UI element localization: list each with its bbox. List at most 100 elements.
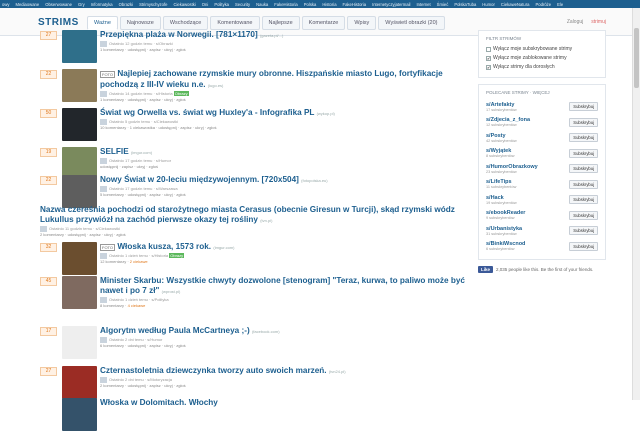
topnav-link[interactable]: Ciekawostki [173, 2, 195, 7]
entry-title-text[interactable]: Nazwa czereśnia pochodzi od starożytnego… [40, 205, 455, 224]
entry-actions[interactable]: 1 komentarzy · udostępnij · zapisz · ukr… [100, 97, 472, 103]
logo[interactable]: STRIMS [38, 17, 79, 28]
topnav-link[interactable]: PolskaTuba [454, 2, 476, 7]
checkbox[interactable] [486, 47, 491, 52]
subscribe-button[interactable]: Subskrybuj [569, 164, 598, 174]
entry-title-text[interactable]: Przepiękna plaża w Norwegii. [781×1170] [100, 30, 258, 39]
subscribe-button[interactable]: Subskrybuj [569, 148, 598, 158]
entry-title-text[interactable]: Minister Skarbu: Wszystkie chwyty dozwol… [100, 276, 465, 295]
entry-title-text[interactable]: Świat wg Orwella vs. świat wg Huxley'a -… [100, 108, 314, 117]
checkbox[interactable]: ✔ [486, 56, 491, 61]
entry-actions[interactable]: 2 komentarzy · udostępnij · zapisz · ukr… [40, 232, 472, 238]
topnav-link[interactable]: Śmieć [437, 2, 449, 7]
login-link[interactable]: Zaloguj [567, 19, 583, 25]
tab-2[interactable]: Wschodzące [162, 16, 209, 30]
entry-title-text[interactable]: SELFIE [100, 147, 129, 156]
entry-title[interactable]: SELFIE (imgur.com) [100, 147, 472, 158]
subscribe-button[interactable]: Subskrybuj [569, 117, 598, 127]
tab-0[interactable]: Ważne [87, 16, 118, 30]
entry-thumbnail[interactable] [62, 366, 97, 399]
entry-title[interactable]: Przepiękna plaża w Norwegii. [781×1170] … [100, 30, 472, 41]
entry-actions-text[interactable]: 1 komentarzy · udostępnij · zapisz · ukr… [100, 47, 186, 52]
tab-3[interactable]: Komentowane [210, 16, 260, 30]
tab-5[interactable]: Komentarze [301, 16, 346, 30]
entry-actions-text[interactable]: udostępnij · zapisz · ukryj · zgłoś [100, 164, 158, 169]
topnav-link[interactable]: Informatyka [91, 2, 113, 7]
topnav-link[interactable]: Podróże [536, 2, 552, 7]
entry-actions-text[interactable]: 5 komentarzy · udostępnij · zapisz · ukr… [100, 192, 186, 197]
vote-count[interactable]: 32 [40, 243, 57, 252]
subscribe-button[interactable]: Subskrybuj [569, 210, 598, 220]
entry-thumbnail[interactable] [62, 108, 97, 141]
entry-title[interactable]: FOTO Włoska kusza, 1573 rok. (imgur.com) [100, 242, 472, 253]
topnav-link[interactable]: Obserwowane [45, 2, 72, 7]
entry-actions-text[interactable]: 10 komentarzy · 1 ciekawostka · udostępn… [100, 125, 217, 130]
entry-actions[interactable]: 5 komentarzy · udostępnij · zapisz · ukr… [100, 192, 472, 198]
entry-actions-text[interactable]: 8 komentarzy · [100, 303, 128, 308]
vote-count[interactable]: 27 [40, 31, 57, 40]
entry-thumbnail[interactable] [62, 69, 97, 102]
entry-title[interactable]: FOTO Najlepiej zachowane rzymskie mury o… [100, 69, 472, 91]
tab-6[interactable]: Wpisy [347, 16, 377, 30]
topnav-link[interactable]: Obrazki [119, 2, 133, 7]
entry-thumbnail[interactable] [62, 276, 97, 309]
entry-actions-text[interactable]: 2 komentarzy · udostępnij · zapisz · ukr… [100, 383, 186, 388]
entry-thumbnail[interactable] [62, 30, 97, 63]
register-link[interactable]: strimuj [591, 19, 606, 25]
entry-thumbnail[interactable] [62, 242, 97, 275]
recommended-name[interactable]: s/HumorObrazkowy [486, 164, 538, 170]
entry-actions[interactable]: 2 komentarzy · udostępnij · zapisz · ukr… [100, 383, 472, 389]
topnav-link[interactable]: owy [2, 2, 9, 7]
vote-count[interactable]: 50 [40, 109, 57, 118]
topnav-link[interactable]: Internet [416, 2, 430, 7]
vote-count[interactable]: 27 [40, 367, 57, 376]
entry-interesting-count[interactable]: 4 ciekawe [128, 303, 146, 308]
vote-count[interactable]: 22 [40, 70, 57, 79]
entry-tag[interactable]: Obrazy [173, 91, 189, 97]
topnav-link[interactable]: Mediaowane [15, 2, 39, 7]
tab-4[interactable]: Najlepsze [261, 16, 300, 30]
entry-title[interactable]: Świat wg Orwella vs. świat wg Huxley'a -… [100, 108, 472, 119]
entry-actions-text[interactable]: 6 komentarzy · udostępnij · zapisz · ukr… [100, 343, 186, 348]
tab-1[interactable]: Najnowsze [119, 16, 161, 30]
scrollbar-thumb[interactable] [634, 28, 639, 88]
topnav-link[interactable]: Historia [322, 2, 336, 7]
entry-title-text[interactable]: Czternastoletnia dziewczynka tworzy auto… [100, 366, 327, 375]
entry-actions-text[interactable]: 1 komentarzy · udostępnij · zapisz · ukr… [100, 97, 186, 102]
entry-title[interactable]: Minister Skarbu: Wszystkie chwyty dozwol… [100, 276, 472, 297]
subscribe-button[interactable]: Subskrybuj [569, 226, 598, 236]
topnav-link[interactable]: Strimyschyzofe [139, 2, 167, 7]
vote-count[interactable]: 22 [40, 176, 57, 185]
entry-actions-text[interactable]: 12 komentarzy · [100, 259, 130, 264]
entry-title[interactable]: Algorytm według Paula McCartneya ;-) (fa… [100, 326, 472, 337]
topnav-link[interactable]: Gry [78, 2, 85, 7]
entry-title-text[interactable]: Włoska kusza, 1573 rok. [117, 242, 211, 251]
topnav-link[interactable]: Polityka [214, 2, 229, 7]
fb-like-button[interactable]: Like [478, 266, 494, 273]
entry-thumbnail[interactable] [62, 398, 97, 431]
filter-option[interactable]: ✔ Wyłącz moje zablokowane strimy [486, 54, 598, 63]
entry-interesting-count[interactable]: 2 ciekawe [130, 259, 148, 264]
topnav-link[interactable]: FakeHistoria [274, 2, 298, 7]
subscribe-button[interactable]: Subskrybuj [569, 241, 598, 251]
entry-title-text[interactable]: Algorytm według Paula McCartneya ;-) [100, 326, 250, 335]
subscribe-button[interactable]: Subskrybuj [569, 133, 598, 143]
topnav-link[interactable]: CiekaweNatura [501, 2, 530, 7]
subscribe-button[interactable]: Subskrybuj [569, 102, 598, 112]
entry-title-text[interactable]: Włoska w Dolomitach. Włochy [100, 398, 218, 407]
entry-tag[interactable]: Obrazy [169, 253, 185, 259]
scrollbar[interactable] [632, 8, 640, 400]
filter-option[interactable]: Wyłącz moje subskrybowane strimy [486, 45, 598, 54]
entry-actions[interactable]: 1 komentarzy · udostępnij · zapisz · ukr… [100, 47, 472, 53]
topnav-link[interactable]: Humor [482, 2, 495, 7]
entry-actions[interactable]: 8 komentarzy · 4 ciekawe [100, 303, 472, 309]
entry-actions-text[interactable]: 2 komentarzy · udostępnij · zapisz · ukr… [40, 232, 126, 237]
vote-count[interactable]: 17 [40, 327, 57, 336]
entry-title[interactable]: Czternastoletnia dziewczynka tworzy auto… [100, 366, 472, 377]
entry-actions[interactable]: udostępnij · zapisz · ukryj · zgłoś [100, 164, 472, 170]
recommended-name[interactable]: s/Urbanistyka [486, 226, 522, 232]
topnav-link[interactable]: Nauka [256, 2, 268, 7]
topnav-link[interactable]: Oni [202, 2, 209, 7]
filter-option[interactable]: ✔ Wyłącz strimy dla dorosłych [486, 63, 598, 72]
entry-thumbnail[interactable] [62, 326, 97, 359]
